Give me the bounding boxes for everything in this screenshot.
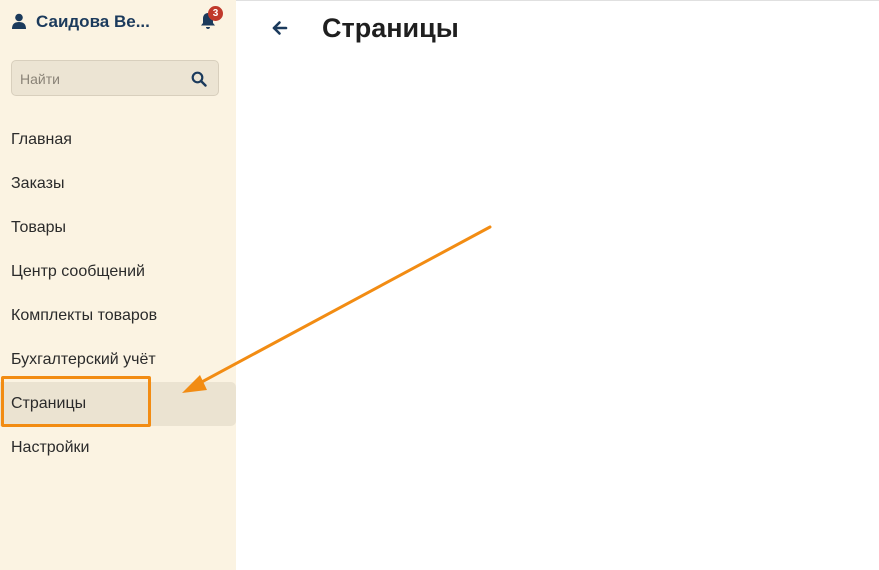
notification-badge: 3 <box>208 6 223 21</box>
sidebar-item-pages[interactable]: Страницы <box>0 382 236 426</box>
sidebar-item-orders[interactable]: Заказы <box>0 162 236 206</box>
arrow-left-icon[interactable] <box>270 18 290 38</box>
user-icon <box>12 13 26 29</box>
sidebar-item-products[interactable]: Товары <box>0 206 236 250</box>
user-name: Саидова Ве... <box>36 12 150 31</box>
sidebar-item-message-center[interactable]: Центр сообщений <box>0 250 236 294</box>
sidebar-item-settings[interactable]: Настройки <box>0 426 236 470</box>
sidebar-nav: Главная Заказы Товары Центр сообщений Ко… <box>0 118 236 470</box>
sidebar-item-product-bundles[interactable]: Комплекты товаров <box>0 294 236 338</box>
page-title: Страницы <box>322 13 459 43</box>
search-icon[interactable] <box>191 71 207 87</box>
user-menu[interactable]: Саидова Ве... 3 <box>12 6 226 34</box>
sidebar-item-accounting[interactable]: Бухгалтерский учёт <box>0 338 236 382</box>
sidebar-item-home[interactable]: Главная <box>0 118 236 162</box>
sidebar: Саидова Ве... 3 Главная Заказы Товары Це… <box>0 0 236 570</box>
search-input[interactable] <box>18 67 182 91</box>
search-box <box>11 60 219 96</box>
